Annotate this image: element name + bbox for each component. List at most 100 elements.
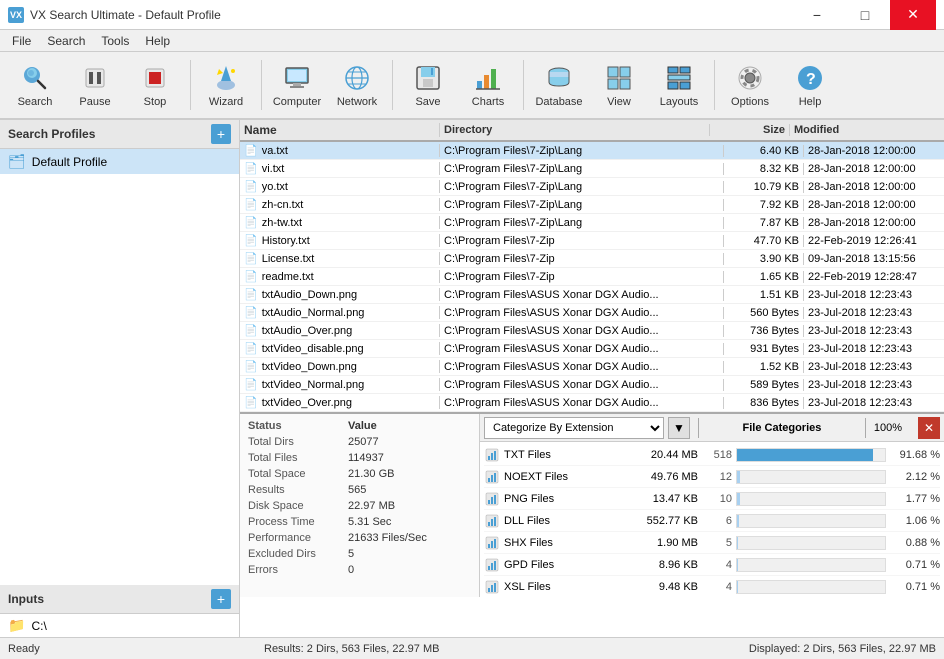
database-button[interactable]: Database <box>530 56 588 114</box>
table-row[interactable]: 📄 va.txt C:\Program Files\7-Zip\Lang 6.4… <box>240 142 944 160</box>
file-dir: C:\Program Files\ASUS Xonar DGX Audio... <box>440 307 724 319</box>
table-row[interactable]: 📄 zh-tw.txt C:\Program Files\7-Zip\Lang … <box>240 214 944 232</box>
file-size: 560 Bytes <box>724 307 804 319</box>
table-row[interactable]: 📄 txtAudio_Normal.png C:\Program Files\A… <box>240 304 944 322</box>
results-summary: Results: 2 Dirs, 563 Files, 22.97 MB <box>264 643 439 655</box>
file-size: 1.52 KB <box>724 361 804 373</box>
file-name: va.txt <box>262 145 288 157</box>
view-button[interactable]: View <box>590 56 648 114</box>
chart-row-type: NOEXT Files <box>504 471 624 483</box>
layouts-button[interactable]: Layouts <box>650 56 708 114</box>
chart-bar <box>737 471 740 483</box>
menu-help[interactable]: Help <box>137 32 178 50</box>
add-profile-button[interactable]: + <box>211 124 231 144</box>
status-val-header: Value <box>348 420 377 432</box>
close-button[interactable]: ✕ <box>890 0 936 30</box>
select-arrow[interactable]: ▼ <box>668 417 690 439</box>
status-label: Results <box>248 484 348 496</box>
menu-tools[interactable]: Tools <box>93 32 137 50</box>
status-row: Process Time5.31 Sec <box>244 514 475 530</box>
table-row[interactable]: 📄 txtVideo_Down.png C:\Program Files\ASU… <box>240 358 944 376</box>
file-dir: C:\Program Files\7-Zip\Lang <box>440 217 724 229</box>
col-header-directory[interactable]: Directory <box>440 124 710 136</box>
save-button[interactable]: Save <box>399 56 457 114</box>
menu-file[interactable]: File <box>4 32 39 50</box>
file-dir: C:\Program Files\7-Zip <box>440 253 724 265</box>
file-dir: C:\Program Files\7-Zip\Lang <box>440 163 724 175</box>
table-row[interactable]: 📄 History.txt C:\Program Files\7-Zip 47.… <box>240 232 944 250</box>
profiles-header: Search Profiles + <box>0 120 239 149</box>
status-row: Results565 <box>244 482 475 498</box>
list-item[interactable]: DLL Files 552.77 KB 6 1.06 % <box>484 510 940 532</box>
wizard-button[interactable]: Wizard <box>197 56 255 114</box>
help-button[interactable]: ? Help <box>781 56 839 114</box>
list-item[interactable]: NOEXT Files 49.76 MB 12 2.12 % <box>484 466 940 488</box>
file-name: txtVideo_disable.png <box>262 343 364 355</box>
chart-bar-container <box>736 580 886 594</box>
table-row[interactable]: 📄 txtVideo_disable.png C:\Program Files\… <box>240 340 944 358</box>
list-item[interactable]: SHX Files 1.90 MB 5 0.88 % <box>484 532 940 554</box>
file-name: txtAudio_Down.png <box>262 289 357 301</box>
chart-row-icon <box>484 469 500 485</box>
categorize-select[interactable]: Categorize By Extension <box>484 417 664 439</box>
ready-status: Ready <box>8 643 248 655</box>
file-icon: 📄 <box>244 162 258 175</box>
file-icon: 📄 <box>244 324 258 337</box>
status-value: 5.31 Sec <box>348 516 391 528</box>
file-icon: 📄 <box>244 288 258 301</box>
pause-button[interactable]: Pause <box>66 56 124 114</box>
input-item-c[interactable]: 📁 C:\ <box>0 614 239 637</box>
stop-button[interactable]: Stop <box>126 56 184 114</box>
computer-icon <box>281 62 313 94</box>
status-header-row: StatusValue <box>244 418 475 434</box>
search-button[interactable]: Search <box>6 56 64 114</box>
file-modified: 28-Jan-2018 12:00:00 <box>804 145 944 157</box>
maximize-button[interactable]: □ <box>842 0 888 30</box>
table-row[interactable]: 📄 txtAudio_Down.png C:\Program Files\ASU… <box>240 286 944 304</box>
network-button[interactable]: Network <box>328 56 386 114</box>
chart-bar <box>737 449 873 461</box>
file-name: txtVideo_Over.png <box>262 397 352 409</box>
chart-row-type: XSL Files <box>504 581 624 593</box>
status-value: 114937 <box>348 452 384 464</box>
menu-search[interactable]: Search <box>39 32 93 50</box>
table-row[interactable]: 📄 txtVideo_Over.png C:\Program Files\ASU… <box>240 394 944 412</box>
options-icon <box>734 62 766 94</box>
charts-button[interactable]: Charts <box>459 56 517 114</box>
status-label: Process Time <box>248 516 348 528</box>
table-row[interactable]: 📄 vi.txt C:\Program Files\7-Zip\Lang 8.3… <box>240 160 944 178</box>
file-size: 7.87 KB <box>724 217 804 229</box>
list-item[interactable]: PNG Files 13.47 KB 10 1.77 % <box>484 488 940 510</box>
file-modified: 09-Jan-2018 13:15:56 <box>804 253 944 265</box>
file-dir: C:\Program Files\ASUS Xonar DGX Audio... <box>440 289 724 301</box>
status-label: Performance <box>248 532 348 544</box>
table-row[interactable]: 📄 readme.txt C:\Program Files\7-Zip 1.65… <box>240 268 944 286</box>
table-row[interactable]: 📄 License.txt C:\Program Files\7-Zip 3.9… <box>240 250 944 268</box>
network-label: Network <box>337 96 377 108</box>
chart-row-type: TXT Files <box>504 449 624 461</box>
table-row[interactable]: 📄 txtVideo_Normal.png C:\Program Files\A… <box>240 376 944 394</box>
stop-label: Stop <box>144 96 167 108</box>
toolbar: Search Pause Stop <box>0 52 944 120</box>
col-header-name[interactable]: Name <box>240 123 440 137</box>
table-row[interactable]: 📄 zh-cn.txt C:\Program Files\7-Zip\Lang … <box>240 196 944 214</box>
options-button[interactable]: Options <box>721 56 779 114</box>
add-input-button[interactable]: + <box>211 589 231 609</box>
table-row[interactable]: 📄 txtAudio_Over.png C:\Program Files\ASU… <box>240 322 944 340</box>
default-profile-item[interactable]: 🗂 Default Profile <box>0 149 239 174</box>
list-item[interactable]: XSL Files 9.48 KB 4 0.71 % <box>484 576 940 597</box>
col-header-modified[interactable]: Modified <box>790 124 930 136</box>
status-value: 565 <box>348 484 366 496</box>
computer-button[interactable]: Computer <box>268 56 326 114</box>
col-header-size[interactable]: Size <box>710 124 790 136</box>
file-list-header: Name Directory Size Modified <box>240 120 944 142</box>
file-list[interactable]: 📄 va.txt C:\Program Files\7-Zip\Lang 6.4… <box>240 142 944 412</box>
chart-bar-container <box>736 470 886 484</box>
charts-close-button[interactable]: ✕ <box>918 417 940 439</box>
minimize-button[interactable]: − <box>794 0 840 30</box>
list-item[interactable]: TXT Files 20.44 MB 518 91.68 % <box>484 444 940 466</box>
list-item[interactable]: GPD Files 8.96 KB 4 0.71 % <box>484 554 940 576</box>
svg-text:?: ? <box>806 71 816 88</box>
menu-bar: File Search Tools Help <box>0 30 944 52</box>
table-row[interactable]: 📄 yo.txt C:\Program Files\7-Zip\Lang 10.… <box>240 178 944 196</box>
